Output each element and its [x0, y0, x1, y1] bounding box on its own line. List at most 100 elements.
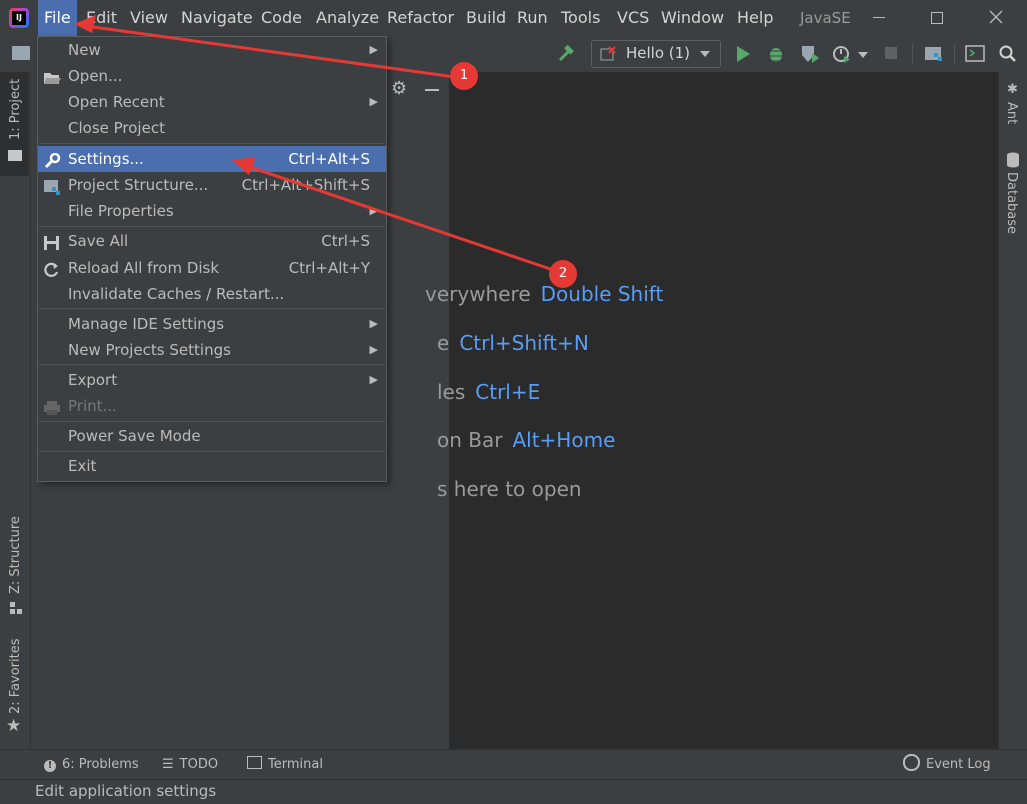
star-icon: ★ [6, 716, 22, 736]
hint-text: s here to open [437, 477, 582, 501]
minimize-panel-icon[interactable] [425, 89, 439, 91]
annotation-badge-1: 1 [452, 64, 476, 88]
reload-icon [43, 260, 61, 277]
build-hammer-icon[interactable] [556, 44, 576, 68]
editor-area: verywhere Double Shift e Ctrl+Shift+N les C… [425, 72, 998, 749]
project-tool-tab[interactable]: 1: Project [0, 72, 29, 176]
menu-item-label: Reload All from Disk [68, 259, 220, 277]
menu-analyze[interactable]: Analyze [316, 0, 379, 36]
folder-icon [8, 150, 22, 161]
warning-icon: ! [44, 760, 56, 772]
structure-tool-tab[interactable]: Z: Structure [0, 512, 29, 622]
status-bar: Edit application settings [0, 779, 1027, 804]
menu-refactor[interactable]: Refactor [387, 0, 454, 36]
menu-item-shortcut: Ctrl+Alt+Y [288, 259, 370, 277]
search-icon[interactable] [998, 44, 1018, 68]
favorites-tool-tab[interactable]: 2: Favorites ★ [0, 632, 29, 742]
menu-item-project-structure[interactable]: Project Structure... Ctrl+Alt+Shift+S [38, 172, 386, 198]
menu-item-label: New Projects Settings [68, 341, 231, 359]
profiler-icon[interactable] [832, 44, 852, 68]
menu-file[interactable]: File [38, 0, 77, 36]
database-icon [1006, 152, 1020, 172]
menu-item-close-project[interactable]: Close Project [38, 115, 386, 141]
right-tool-strip: ✱ Ant Database [998, 72, 1027, 749]
project-title: JavaSE [800, 9, 851, 27]
hint-recent-files: les Ctrl+E [437, 380, 540, 404]
menu-item-new[interactable]: New ▶ [38, 37, 386, 63]
menu-tools[interactable]: Tools [561, 0, 600, 36]
hint-shortcut: Ctrl+Shift+N [459, 331, 589, 355]
folder-icon[interactable] [12, 46, 30, 60]
menu-item-invalidate-caches[interactable]: Invalidate Caches / Restart... [38, 281, 386, 307]
problems-tab-label: 6: Problems [62, 757, 139, 772]
menu-separator [39, 421, 385, 422]
menu-item-label: Invalidate Caches / Restart... [68, 285, 285, 303]
stop-icon[interactable] [885, 47, 897, 59]
menu-run[interactable]: Run [517, 0, 548, 36]
menu-build[interactable]: Build [466, 0, 506, 36]
menu-window[interactable]: Window [661, 0, 724, 36]
menu-item-open-recent[interactable]: Open Recent ▶ [38, 89, 386, 115]
event-log-icon [903, 754, 920, 771]
gear-icon[interactable]: ⚙ [391, 78, 407, 99]
structure-icon [10, 600, 22, 614]
menu-item-open[interactable]: Open... [38, 63, 386, 89]
menu-item-reload-all[interactable]: Reload All from Disk Ctrl+Alt+Y [38, 255, 386, 281]
menu-item-label: Manage IDE Settings [68, 315, 225, 333]
menu-item-settings[interactable]: Settings... Ctrl+Alt+S [38, 146, 386, 172]
hint-go-to-file: e Ctrl+Shift+N [437, 331, 589, 355]
menu-item-new-projects-settings[interactable]: New Projects Settings ▶ [38, 337, 386, 363]
debug-bug-icon[interactable] [767, 45, 785, 67]
menu-item-print[interactable]: Print... [38, 393, 386, 419]
project-structure-icon[interactable] [924, 45, 944, 67]
menu-item-label: Close Project [68, 119, 165, 137]
maximize-icon[interactable] [931, 12, 943, 24]
todo-tab[interactable]: ☰ TODO [162, 750, 218, 780]
menu-item-label: Exit [68, 457, 97, 475]
file-menu-dropdown: New ▶ Open... Open Recent ▶ Close Projec… [37, 36, 387, 482]
structure-tab-label: Z: Structure [8, 516, 23, 594]
status-text: Edit application settings [35, 782, 217, 800]
open-folder-icon [43, 68, 61, 84]
terminal-tab[interactable]: Terminal [247, 750, 323, 780]
menu-item-shortcut: Ctrl+Alt+Shift+S [241, 176, 370, 194]
profiler-dropdown-icon[interactable] [858, 52, 868, 58]
menu-item-label: Power Save Mode [68, 427, 201, 445]
ant-tool-tab[interactable]: ✱ Ant [999, 80, 1027, 140]
menu-edit[interactable]: Edit [86, 0, 117, 36]
menu-view[interactable]: View [130, 0, 168, 36]
wrench-icon [43, 151, 61, 169]
submenu-arrow-icon: ▶ [369, 373, 378, 386]
menu-separator [39, 143, 385, 144]
menu-navigate[interactable]: Navigate [181, 0, 253, 36]
project-structure-icon [43, 177, 61, 195]
menu-item-label: Settings... [68, 150, 144, 168]
menu-separator [39, 226, 385, 227]
menu-item-export[interactable]: Export ▶ [38, 367, 386, 393]
database-tool-tab[interactable]: Database [999, 150, 1027, 240]
close-icon[interactable] [985, 6, 1007, 28]
toolbar-divider [954, 44, 955, 64]
menu-bar: IJ File Edit View Navigate Code Analyze … [0, 0, 1027, 36]
terminal-window-icon[interactable] [965, 45, 985, 67]
hint-search-everywhere: verywhere Double Shift [425, 282, 663, 306]
event-log-tab[interactable]: Event Log [903, 750, 991, 780]
problems-tab[interactable]: ! 6: Problems [44, 750, 139, 780]
menu-item-file-properties[interactable]: File Properties ▶ [38, 198, 386, 224]
intellij-logo-icon: IJ [9, 8, 29, 28]
run-icon[interactable] [737, 46, 750, 62]
run-config-select[interactable]: Hello (1) [591, 40, 721, 68]
project-tab-label: 1: Project [8, 78, 23, 140]
menu-help[interactable]: Help [737, 0, 773, 36]
annotation-badge-2: 2 [551, 262, 575, 286]
menu-code[interactable]: Code [261, 0, 302, 36]
menu-separator [39, 308, 385, 309]
submenu-arrow-icon: ▶ [369, 204, 378, 217]
menu-vcs[interactable]: VCS [617, 0, 649, 36]
menu-item-save-all[interactable]: Save All Ctrl+S [38, 228, 386, 254]
menu-item-manage-ide-settings[interactable]: Manage IDE Settings ▶ [38, 311, 386, 337]
menu-item-exit[interactable]: Exit [38, 453, 386, 479]
minimize-icon[interactable] [873, 17, 885, 18]
menu-item-power-save-mode[interactable]: Power Save Mode [38, 423, 386, 449]
coverage-icon[interactable] [800, 45, 820, 67]
